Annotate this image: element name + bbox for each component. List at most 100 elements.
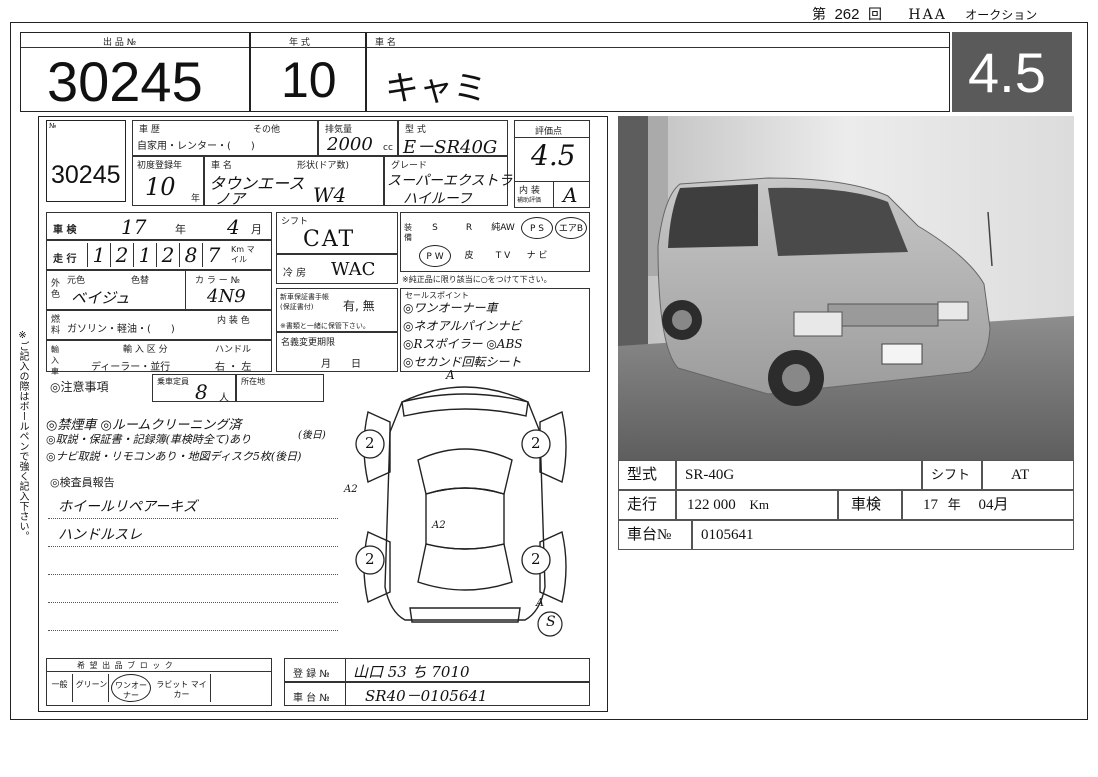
mileage-digit: 1 [87, 243, 110, 267]
chassis-cell: 車 台 № SR40－0105641 [284, 682, 590, 706]
handle-value: 右 ・ 左 [215, 362, 252, 373]
shaken-year: 17 [121, 215, 147, 239]
spec-shaken-label: 車検 [838, 490, 902, 520]
equipment-item: P S [521, 217, 553, 239]
history-label: 車 歴 [139, 125, 160, 135]
name-box: 車 名 キャミ [366, 32, 950, 112]
spec-chassis-label: 車台№ [618, 520, 692, 550]
color-change-label: 色替 [131, 276, 150, 286]
damage-diagram [355, 386, 567, 637]
form-value: W4 [313, 183, 347, 207]
mileage-digit: 8 [179, 243, 202, 267]
first-reg-year-unit: 年 [191, 194, 201, 204]
displacement-value: 2000 [327, 134, 373, 155]
session-number: 262 [834, 6, 860, 23]
lot-number: 30245 [47, 50, 203, 113]
score-box: 4.5 [952, 32, 1072, 112]
equipment-item: ナ ビ [526, 251, 548, 261]
import-label: 輸入車 [51, 345, 59, 376]
caution-label: ◎注意事項 [50, 380, 109, 394]
import-sub-label: 輸 入 区 分 [123, 345, 168, 355]
capacity-unit: 人 [219, 393, 229, 404]
kai-suffix: 回 [867, 7, 882, 23]
namechange-value: 月 日 [321, 359, 361, 370]
auction-header: 第 262 回 HAA オークション [812, 4, 1037, 24]
sheet-no-box: № 30245 [46, 120, 126, 202]
colorno-value: 4N9 [207, 286, 246, 307]
note-item: ◎ナビ取説・リモコンあり・地図ディスク5枚(後日) [46, 450, 302, 463]
cc-unit: cc [383, 143, 393, 153]
grade-cell: グレード スーパーエクストラ ハイルーフ [384, 156, 512, 207]
equipment-note: ※純正品に限り該当に○をつけて下さい。 [402, 275, 552, 284]
wheel-mark-fl: 2 [365, 434, 375, 452]
dai-prefix: 第 [812, 7, 826, 23]
spec-shaken-year-unit: 年 [947, 497, 961, 512]
history-cell: 車 歴 その他 自家用・レンター・( ) [132, 120, 318, 156]
block-item: ワンオーナー [111, 674, 151, 702]
ac-cell: 冷 房 WAC [276, 254, 398, 284]
block-item: ラビット マイカー [153, 674, 211, 702]
spec-shift-value: AT [982, 460, 1074, 490]
wheel-mark-rr: 2 [531, 550, 541, 568]
score-value: 4.5 [968, 41, 1046, 104]
year-box: 年 式 10 [250, 32, 366, 112]
sheet-no-label: № [49, 122, 57, 130]
color-cell: 外色 元色 色替 ベイジュ カ ラ ー № 4N9 [46, 270, 272, 310]
mark-a-rear: A [536, 596, 544, 609]
first-reg-value: 10 [145, 173, 176, 201]
capacity-label: 乗車定員 [157, 377, 189, 386]
fuel-value: ガソリン・軽油・( ) [67, 324, 175, 335]
sales-points-cell: セールスポイント ◎ワンオーナー車 ◎ネオアルパインナビ ◎Rスポイラー ◎ABS ◎… [400, 288, 590, 372]
year-value: 10 [281, 52, 337, 108]
shaken-month-unit: 月 [251, 223, 262, 236]
mileage-label: 走 行 [53, 254, 77, 265]
carname-line2: ノア [215, 190, 246, 208]
mark-a2-roof: A2 [432, 520, 446, 531]
block-item: 一般 [47, 674, 73, 702]
note-item: ◎取説・保証書・記録簿(車検時全て)あり [46, 433, 252, 446]
history-value: 自家用・レンター・( ) [137, 141, 255, 152]
chassis-value: SR40－0105641 [365, 687, 488, 705]
warranty-label: 新車保証書手帳 (保証書付) [280, 293, 329, 311]
shaken-cell: 車 検 17 年 4 月 [46, 212, 272, 240]
color-orig-label: 元色 [67, 276, 86, 286]
import-cell: 輸入車 輸 入 区 分 ディーラー・並行 ハンドル 右 ・ 左 [46, 340, 272, 376]
carname-cell: 車 名 形状(ドア数) タウンエース ノア W4 [204, 156, 384, 208]
spec-model-label: 型式 [618, 460, 676, 490]
auction-word: オークション [965, 8, 1038, 22]
car-name: キャミ [385, 69, 487, 109]
warranty-value: 有, 無 [343, 299, 375, 313]
score-grid-label: 評価点 [535, 127, 563, 137]
shaken-year-unit: 年 [175, 223, 186, 236]
fuel-cell: 燃料 ガソリン・軽油・( ) 内 装 色 [46, 310, 272, 340]
inspector-note-item: ハンドルスレ [58, 527, 142, 543]
spec-mileage-value: 122 000 [687, 497, 736, 513]
mark-s: S [546, 614, 556, 630]
mark-a2-side: A2 [344, 484, 358, 495]
spec-shaken-cell: 17 年 04月 [902, 490, 1074, 520]
equipment-label: 装備 [404, 223, 412, 242]
reg-cell: 登 録 № 山口 53 ち 7010 [284, 658, 590, 682]
car-body-outline [384, 386, 546, 621]
displacement-cell: 排気量 2000 cc [318, 120, 398, 156]
grade-line1: スーパーエクストラ [387, 173, 513, 189]
mark-a-front: A [446, 368, 455, 382]
block-item: グリーン [75, 674, 109, 702]
spec-chassis-value: 0105641 [692, 520, 1074, 550]
mileage-digit: 2 [156, 243, 179, 267]
first-reg-cell: 初度登録年 10 年 [132, 156, 204, 206]
fuel-label: 燃料 [51, 315, 61, 336]
colorno-label: カ ラ ー № [195, 276, 240, 286]
shift-cell: シフト CAT [276, 212, 398, 254]
mileage-digit: 7 [202, 243, 225, 267]
score-grid: 評価点 4.5 内 装 補助評価 A [514, 120, 590, 208]
handle-label: ハンドル [215, 345, 252, 355]
namechange-label: 名義変更期限 [281, 338, 336, 348]
spec-model-value: SR-40G [676, 460, 922, 490]
shaken-month: 4 [227, 215, 240, 239]
inspector-note-item: ホイールリペアーキズ [58, 499, 198, 515]
chassis-label: 車 台 № [293, 693, 330, 704]
mileage-digit: 2 [110, 243, 133, 267]
reg-value: 山口 53 ち 7010 [353, 663, 470, 681]
grade-line2: ハイルーフ [403, 191, 472, 207]
